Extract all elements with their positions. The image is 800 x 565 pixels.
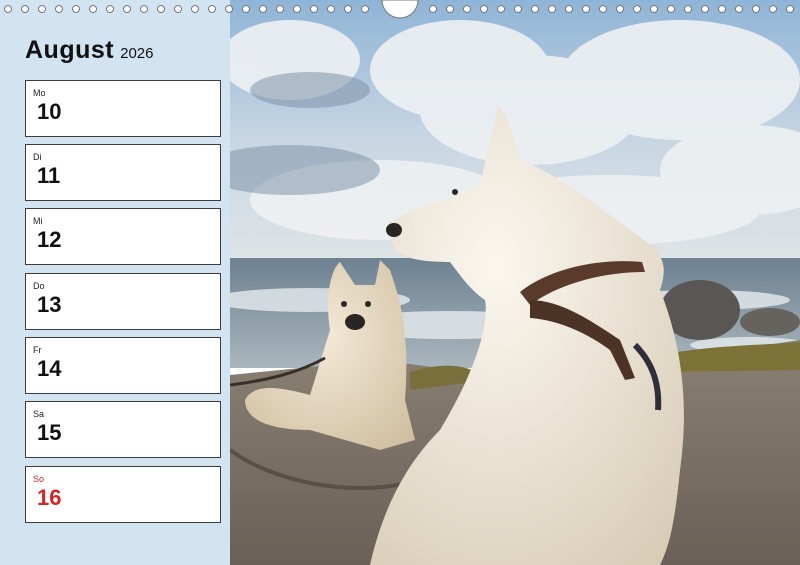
binding-hole — [752, 5, 760, 13]
binding-hole — [225, 5, 233, 13]
weekday-label: So — [33, 474, 45, 484]
month-header: August 2026 — [25, 36, 153, 65]
binding-hole — [514, 5, 522, 13]
binding-hole — [4, 5, 12, 13]
month-title: August — [25, 36, 115, 64]
day-number: 13 — [37, 292, 62, 317]
binding-hole — [735, 5, 743, 13]
binding-hole — [480, 5, 488, 13]
binding-hole — [429, 5, 437, 13]
binding-hole — [123, 5, 131, 13]
binding-hole — [361, 5, 369, 13]
binding-hole — [191, 5, 199, 13]
day-box-do: Do 13 — [25, 273, 221, 330]
binding-hole — [259, 5, 267, 13]
weekday-label: Mo — [33, 88, 46, 98]
binding-hole — [446, 5, 454, 13]
binding-hole — [463, 5, 471, 13]
year-label: 2026 — [120, 45, 154, 62]
day-number: 15 — [37, 420, 62, 445]
binding-hole — [293, 5, 301, 13]
day-number: 11 — [37, 163, 61, 188]
binding-hole — [55, 5, 63, 13]
binding-hole — [582, 5, 590, 13]
day-box-so: So 16 — [25, 466, 221, 523]
binding-hole — [276, 5, 284, 13]
weekday-label: Fr — [33, 345, 42, 355]
binding-hole — [157, 5, 165, 13]
binding-hole — [650, 5, 658, 13]
binding-hole — [701, 5, 709, 13]
binding-hole — [633, 5, 641, 13]
spiral-binding — [4, 0, 794, 19]
binding-hole — [344, 5, 352, 13]
day-number: 14 — [37, 356, 62, 381]
binding-hole — [565, 5, 573, 13]
binding-hole — [38, 5, 46, 13]
weekday-label: Mi — [33, 216, 43, 226]
day-box-fr: Fr 14 — [25, 337, 221, 394]
day-box-sa: Sa 15 — [25, 401, 221, 458]
binding-hole — [72, 5, 80, 13]
day-box-mi: Mi 12 — [25, 208, 221, 265]
binding-hole — [599, 5, 607, 13]
dog-beach-photo — [230, 0, 800, 565]
weekday-label: Do — [33, 281, 45, 291]
day-number: 12 — [37, 227, 62, 252]
day-number: 10 — [37, 99, 62, 124]
binding-hole — [242, 5, 250, 13]
binding-hole — [616, 5, 624, 13]
binding-hole — [769, 5, 777, 13]
binding-hole — [667, 5, 675, 13]
binding-hole — [21, 5, 29, 13]
binding-hole — [684, 5, 692, 13]
binding-hole — [718, 5, 726, 13]
binding-hole — [89, 5, 97, 13]
calendar-sidebar: August 2026 Mo 10 Di 11 Mi 12 Do 13 Fr 14… — [0, 0, 230, 565]
binding-hole — [106, 5, 114, 13]
binding-hole — [174, 5, 182, 13]
binding-hole — [548, 5, 556, 13]
weekday-label: Di — [33, 152, 42, 162]
binding-hole — [497, 5, 505, 13]
binding-hole — [140, 5, 148, 13]
binding-hole — [531, 5, 539, 13]
day-number: 16 — [37, 485, 62, 510]
weekday-label: Sa — [33, 409, 45, 419]
day-box-mo: Mo 10 — [25, 80, 221, 137]
binding-hole — [310, 5, 318, 13]
binding-hole — [327, 5, 335, 13]
binding-hole — [786, 5, 794, 13]
day-box-di: Di 11 — [25, 144, 221, 201]
binding-hole — [208, 5, 216, 13]
